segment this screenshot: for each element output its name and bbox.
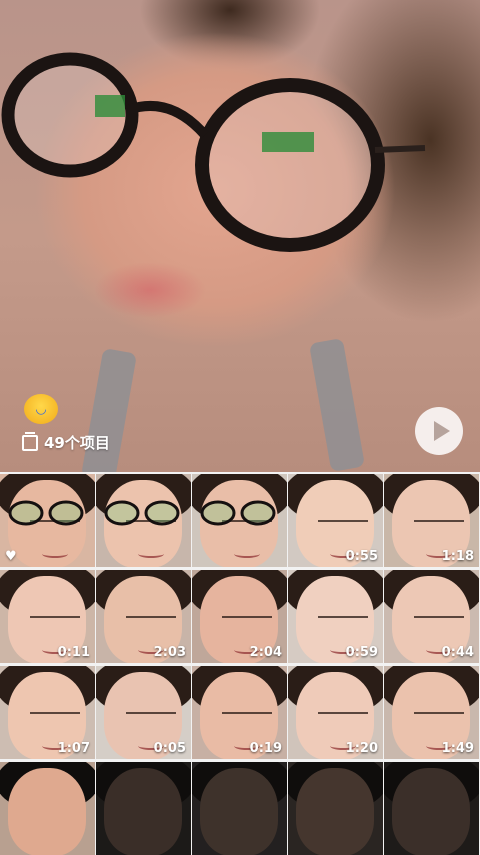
grid-tile[interactable]: 1:18	[384, 474, 479, 567]
video-duration: 1:20	[345, 741, 378, 756]
grid-tile[interactable]: 1:49	[384, 666, 479, 759]
tank-top-strap-right	[308, 338, 366, 472]
grid-tile[interactable]	[96, 762, 191, 855]
item-count-label: 49个项目	[44, 434, 110, 452]
album-cover-photo[interactable]: ◡ 49个项目	[0, 0, 480, 472]
video-duration: 0:19	[249, 741, 282, 756]
tile-mouth	[138, 550, 164, 558]
video-duration: 0:55	[345, 549, 378, 564]
stack-icon	[22, 431, 38, 451]
heart-icon: ♥	[5, 549, 17, 564]
grid-tile[interactable]: ♥	[0, 474, 95, 567]
grid-tile[interactable]: 1:07	[0, 666, 95, 759]
media-grid: ♥ 0:55 1:18 0:11 2:03 2:04 0:59 0:44 1:07 0:05 0:1…	[0, 474, 480, 855]
video-duration: 2:04	[249, 645, 282, 660]
tile-face	[104, 768, 182, 855]
tile-eyes	[222, 616, 272, 624]
tile-eyes	[30, 712, 80, 720]
tile-eyes	[318, 520, 368, 528]
tile-eyes	[414, 616, 464, 624]
loudly-crying-emoji-icon: ◡	[24, 394, 58, 424]
tile-glasses	[104, 500, 180, 526]
tile-face	[200, 768, 278, 855]
grid-tile[interactable]	[0, 762, 95, 855]
video-duration: 0:59	[345, 645, 378, 660]
grid-tile[interactable]: 2:04	[192, 570, 287, 663]
video-duration: 0:11	[57, 645, 90, 660]
video-duration: 0:05	[153, 741, 186, 756]
tile-eyes	[222, 712, 272, 720]
grid-tile[interactable]: 1:20	[288, 666, 383, 759]
tile-mouth	[42, 550, 68, 558]
grid-tile[interactable]	[96, 474, 191, 567]
tile-eyes	[126, 616, 176, 624]
tile-face	[392, 768, 470, 855]
video-duration: 1:49	[441, 741, 474, 756]
tile-mouth	[234, 550, 260, 558]
grid-tile[interactable]: 0:05	[96, 666, 191, 759]
grid-tile[interactable]: 0:11	[0, 570, 95, 663]
tile-eyes	[414, 712, 464, 720]
tile-face	[8, 768, 86, 855]
tile-eyes	[318, 616, 368, 624]
grid-tile[interactable]: 0:59	[288, 570, 383, 663]
grid-tile[interactable]: 2:03	[96, 570, 191, 663]
video-duration: 1:07	[57, 741, 90, 756]
tank-top-strap-left	[80, 348, 138, 472]
tile-glasses	[8, 500, 84, 526]
grid-tile[interactable]: 0:55	[288, 474, 383, 567]
grid-tile[interactable]	[288, 762, 383, 855]
cover-glasses-graphic	[1, 52, 426, 252]
tile-face	[296, 768, 374, 855]
grid-tile[interactable]	[384, 762, 479, 855]
grid-tile[interactable]	[192, 762, 287, 855]
video-duration: 0:44	[441, 645, 474, 660]
grid-tile[interactable]: 0:44	[384, 570, 479, 663]
grid-tile[interactable]	[192, 474, 287, 567]
tile-eyes	[30, 616, 80, 624]
grid-tile[interactable]: 0:19	[192, 666, 287, 759]
tile-eyes	[318, 712, 368, 720]
video-duration: 1:18	[441, 549, 474, 564]
video-duration: 2:03	[153, 645, 186, 660]
tile-eyes	[414, 520, 464, 528]
tile-glasses	[200, 500, 276, 526]
play-button[interactable]	[415, 407, 463, 455]
item-count: 49个项目	[22, 431, 110, 453]
tile-eyes	[126, 712, 176, 720]
